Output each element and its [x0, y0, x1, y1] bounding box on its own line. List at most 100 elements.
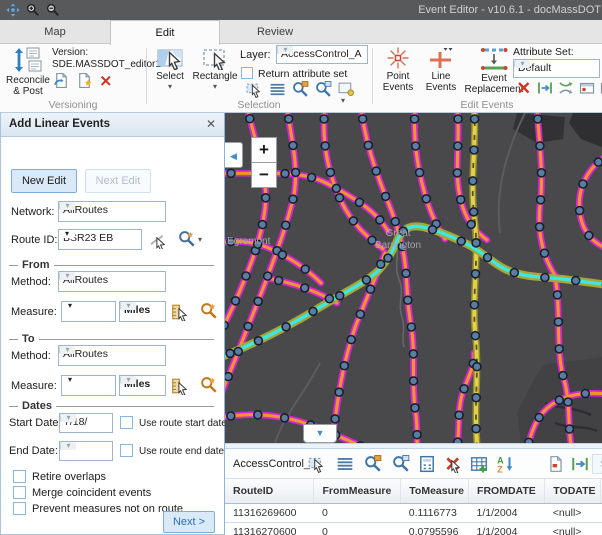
event-point[interactable]	[454, 142, 462, 150]
event-point[interactable]	[472, 425, 480, 433]
event-point[interactable]	[576, 207, 584, 215]
chevron-down-icon[interactable]: ▾	[59, 346, 75, 354]
event-point[interactable]	[470, 208, 478, 216]
event-point[interactable]	[349, 217, 357, 225]
return-attribute-set-checkbox[interactable]	[241, 67, 253, 79]
close-icon[interactable]: ✕	[206, 117, 216, 131]
chevron-down-icon[interactable]: ▾	[514, 60, 530, 68]
pan-to-selection-icon[interactable]	[315, 81, 332, 98]
event-point[interactable]	[321, 142, 329, 150]
event-point[interactable]	[472, 394, 480, 402]
chevron-down-icon[interactable]: ▾	[120, 376, 136, 384]
chevron-down-icon[interactable]: ▾	[168, 83, 172, 91]
collapse-table-button[interactable]: ▼	[303, 424, 337, 443]
column-header[interactable]: FROMDATE	[469, 479, 545, 503]
event-point[interactable]	[364, 141, 372, 149]
event-point[interactable]	[410, 377, 418, 385]
event-point[interactable]	[225, 373, 232, 381]
event-point[interactable]	[467, 220, 475, 228]
event-point[interactable]	[559, 372, 567, 380]
event-point[interactable]	[572, 277, 580, 285]
save-button[interactable]: Sa	[592, 454, 602, 474]
event-attributes-icon[interactable]	[547, 455, 565, 473]
event-point[interactable]	[336, 194, 344, 202]
event-point[interactable]	[413, 431, 421, 439]
end-date-input[interactable]: ▾	[59, 441, 113, 461]
chevron-down-icon[interactable]: ▾	[120, 302, 136, 310]
event-point[interactable]	[258, 221, 266, 229]
event-point[interactable]	[262, 194, 270, 202]
event-point[interactable]	[537, 196, 545, 204]
map-zoom-out-button[interactable]: −	[251, 162, 277, 188]
zoom-to-selection-icon[interactable]	[364, 455, 382, 473]
event-point[interactable]	[355, 198, 363, 206]
event-point[interactable]	[585, 232, 593, 240]
event-point[interactable]	[409, 350, 417, 358]
select-button[interactable]: Select ▾	[150, 46, 190, 91]
event-point[interactable]	[537, 169, 545, 177]
event-point[interactable]	[536, 142, 544, 150]
event-point[interactable]	[471, 115, 479, 123]
new-version-icon[interactable]	[76, 72, 93, 89]
event-point[interactable]	[282, 323, 290, 331]
event-point[interactable]	[594, 158, 602, 166]
event-point[interactable]	[227, 169, 235, 177]
zoom-to-from-measure-icon[interactable]	[200, 302, 218, 320]
event-point[interactable]	[472, 239, 480, 247]
event-point[interactable]	[359, 115, 367, 123]
event-point[interactable]	[367, 285, 375, 293]
event-point[interactable]	[325, 295, 333, 303]
chevron-down-icon[interactable]: ▾	[62, 302, 78, 310]
rectangle-select-button[interactable]: Rectangle ▾	[192, 46, 238, 91]
from-measure-combobox[interactable]: ▾	[61, 301, 116, 322]
event-point[interactable]	[429, 226, 437, 234]
event-point[interactable]	[332, 184, 340, 192]
zoom-in-icon[interactable]	[26, 3, 40, 17]
event-point[interactable]	[292, 168, 300, 176]
chevron-down-icon[interactable]: ▾	[277, 46, 293, 54]
event-point[interactable]	[457, 237, 465, 245]
event-point[interactable]	[309, 307, 317, 315]
chevron-down-icon[interactable]: ▾	[59, 272, 75, 280]
chevron-down-icon[interactable]: ▾	[59, 230, 75, 238]
table-row[interactable]: 1131627060000.07955961/1/2004<null>N	[225, 522, 602, 535]
map-canvas[interactable]: Egremont Great Barrington ◀ + − ▼	[225, 113, 602, 443]
event-point[interactable]	[384, 254, 392, 262]
add-records-icon[interactable]	[470, 455, 488, 473]
event-point[interactable]	[534, 115, 542, 123]
prevent-measures-checkbox[interactable]	[13, 502, 26, 515]
event-point[interactable]	[278, 251, 286, 259]
zoom-to-to-measure-icon[interactable]	[200, 376, 218, 394]
event-point[interactable]	[356, 310, 364, 318]
tab-edit[interactable]: Edit	[110, 20, 220, 45]
point-events-button[interactable]: Point Events	[376, 46, 420, 93]
event-point[interactable]	[372, 167, 380, 175]
new-edit-button[interactable]: New Edit	[11, 169, 77, 193]
reconcile-post-button[interactable]: Reconcile & Post	[4, 46, 52, 97]
event-point[interactable]	[227, 412, 235, 420]
clear-selection-icon[interactable]	[444, 455, 462, 473]
event-point[interactable]	[473, 363, 481, 371]
event-point[interactable]	[254, 337, 262, 345]
column-header[interactable]: ToMeasure	[401, 479, 469, 503]
layer-dropdown[interactable]: AccessControl_A ▾	[276, 45, 368, 64]
event-point[interactable]	[362, 276, 370, 284]
event-point[interactable]	[320, 115, 328, 123]
chevron-down-icon[interactable]: ▾	[60, 442, 76, 450]
next-button[interactable]: Next >	[163, 511, 215, 533]
event-point[interactable]	[553, 291, 561, 299]
event-point[interactable]	[470, 146, 478, 154]
event-point[interactable]	[326, 168, 334, 176]
event-point[interactable]	[242, 272, 250, 280]
event-point[interactable]	[555, 396, 563, 404]
to-method-dropdown[interactable]: AllRoutes ▾	[58, 345, 166, 366]
event-point[interactable]	[469, 177, 477, 185]
event-point[interactable]	[377, 260, 385, 268]
event-point[interactable]	[301, 265, 309, 273]
event-point[interactable]	[335, 388, 343, 396]
event-point[interactable]	[510, 269, 518, 277]
event-point[interactable]	[471, 332, 479, 340]
start-date-input[interactable]: 7/18/ ▾	[59, 413, 113, 433]
event-point[interactable]	[285, 115, 293, 123]
to-measure-unit-dropdown[interactable]: Miles ▾	[119, 375, 166, 396]
